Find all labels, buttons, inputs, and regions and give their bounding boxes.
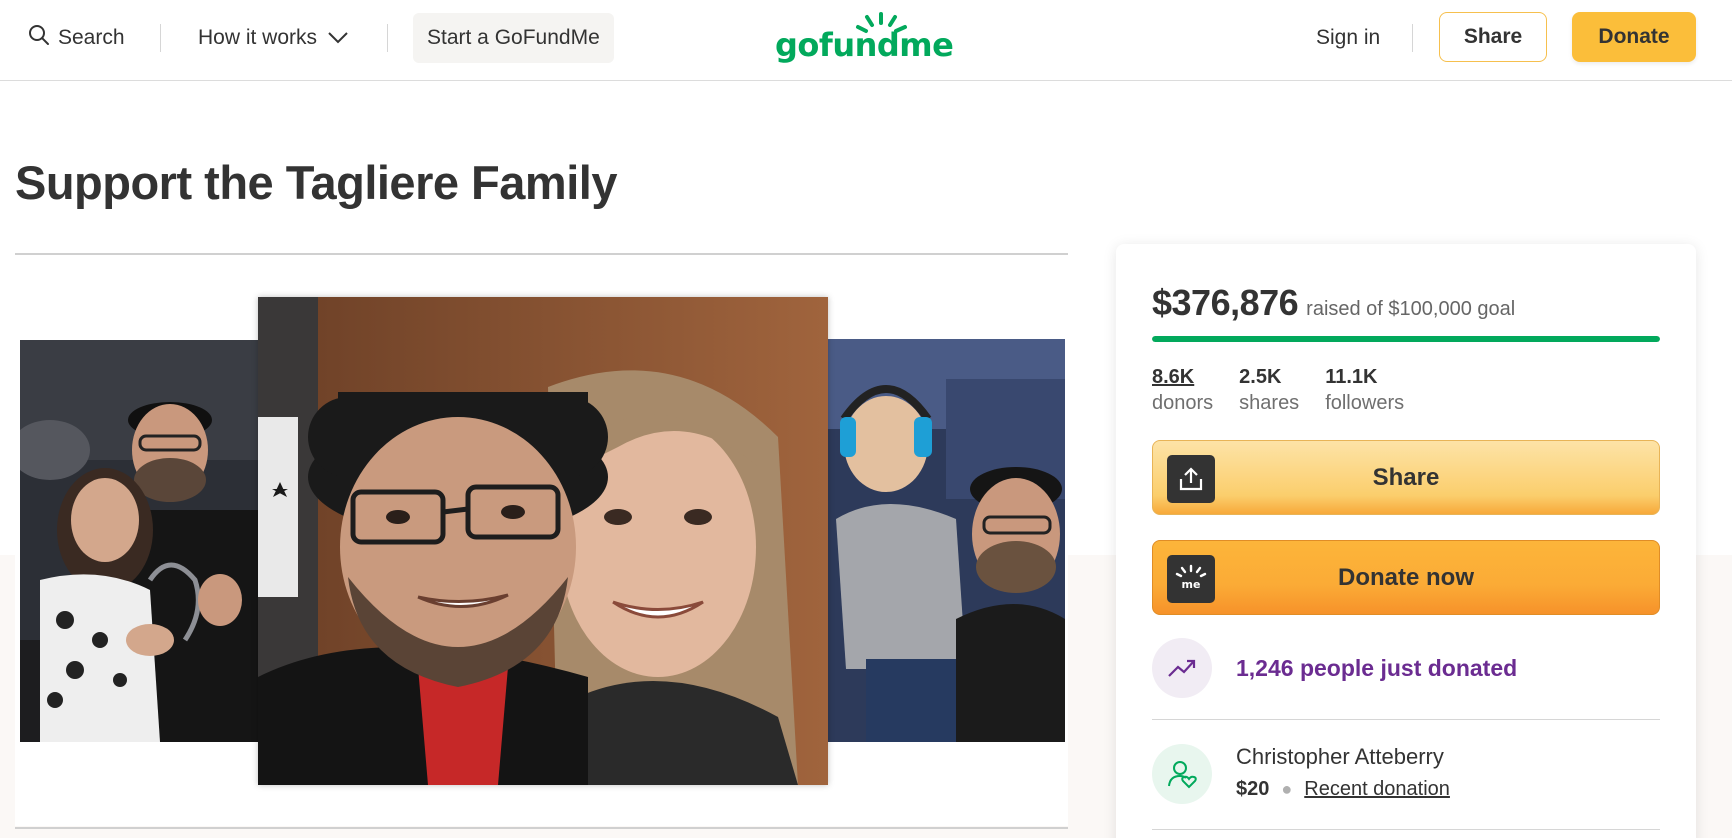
campaign-title: Support the Tagliere Family xyxy=(15,156,617,209)
progress-bar xyxy=(1152,336,1660,342)
stat-shares-label: shares xyxy=(1239,392,1300,414)
stat-shares-value: 2.5K xyxy=(1239,366,1282,388)
donation-trend: 1,246 people just donated xyxy=(1152,638,1517,698)
sign-in-link[interactable]: Sign in xyxy=(1316,20,1380,56)
campaign-photo-right xyxy=(826,339,1065,742)
nav-divider xyxy=(160,24,161,52)
top-nav: Search How it works Start a GoFundMe gof… xyxy=(0,0,1732,81)
stat-donors-value[interactable]: 8.6K xyxy=(1152,366,1213,389)
donate-now-button[interactable]: me Donate now xyxy=(1152,540,1660,615)
donate-button-header[interactable]: Donate xyxy=(1572,12,1696,62)
gofundme-logo[interactable]: gofundme xyxy=(775,12,954,64)
donate-now-label: Donate now xyxy=(1338,563,1474,591)
card-divider xyxy=(1152,719,1660,720)
chevron-down-icon xyxy=(327,26,349,50)
stat-donors-label: donors xyxy=(1152,392,1214,414)
campaign-photo-main xyxy=(258,297,828,785)
raised-summary: $376,876 raised of $100,000 goal xyxy=(1152,282,1515,324)
divider xyxy=(15,827,1068,829)
stat-followers: 11.1K followers xyxy=(1325,366,1404,415)
progress-fill xyxy=(1152,336,1660,342)
separator-dot: ● xyxy=(1281,779,1293,799)
search-icon xyxy=(28,24,50,52)
nav-divider xyxy=(1412,24,1413,52)
user-heart-icon xyxy=(1152,744,1212,804)
search-label: Search xyxy=(58,26,125,49)
campaign-photo-left xyxy=(20,340,260,742)
donor-details: $20 ● Recent donation xyxy=(1236,778,1450,801)
raised-goal: raised of $100,000 goal xyxy=(1306,298,1516,320)
recent-donation-link[interactable]: Recent donation xyxy=(1304,778,1450,801)
how-it-works-label: How it works xyxy=(198,26,318,49)
gofundme-logo-icon: me xyxy=(1167,555,1215,603)
donor-info: Christopher Atteberry $20 ● Recent donat… xyxy=(1236,744,1450,804)
raised-amount: $376,876 xyxy=(1152,282,1299,323)
how-it-works-menu[interactable]: How it works xyxy=(198,20,349,56)
share-button-header[interactable]: Share xyxy=(1439,12,1547,62)
campaign-stats: 8.6K donors 2.5K shares 11.1K followers xyxy=(1152,366,1404,415)
share-button[interactable]: Share xyxy=(1152,440,1660,515)
nav-divider xyxy=(387,24,388,52)
stat-shares: 2.5K shares xyxy=(1239,366,1299,415)
svg-text:me: me xyxy=(1182,578,1201,591)
stat-followers-value: 11.1K xyxy=(1325,366,1378,388)
search-link[interactable]: Search xyxy=(28,20,125,56)
donation-card: $376,876 raised of $100,000 goal 8.6K do… xyxy=(1116,244,1696,838)
logo-wordmark: gofundme xyxy=(775,26,954,64)
trend-text: 1,246 people just donated xyxy=(1236,654,1518,681)
trending-up-icon xyxy=(1152,638,1212,698)
share-upload-icon xyxy=(1167,455,1215,503)
divider xyxy=(15,253,1068,255)
donor-amount: $20 xyxy=(1236,778,1270,800)
donor-name: Christopher Atteberry xyxy=(1236,744,1444,769)
card-divider xyxy=(1152,829,1660,830)
stat-followers-label: followers xyxy=(1325,392,1405,414)
share-button-label: Share xyxy=(1372,463,1440,491)
recent-donor: Christopher Atteberry $20 ● Recent donat… xyxy=(1152,744,1450,804)
stat-donors[interactable]: 8.6K donors xyxy=(1152,366,1213,415)
start-gofundme-button[interactable]: Start a GoFundMe xyxy=(413,13,614,63)
